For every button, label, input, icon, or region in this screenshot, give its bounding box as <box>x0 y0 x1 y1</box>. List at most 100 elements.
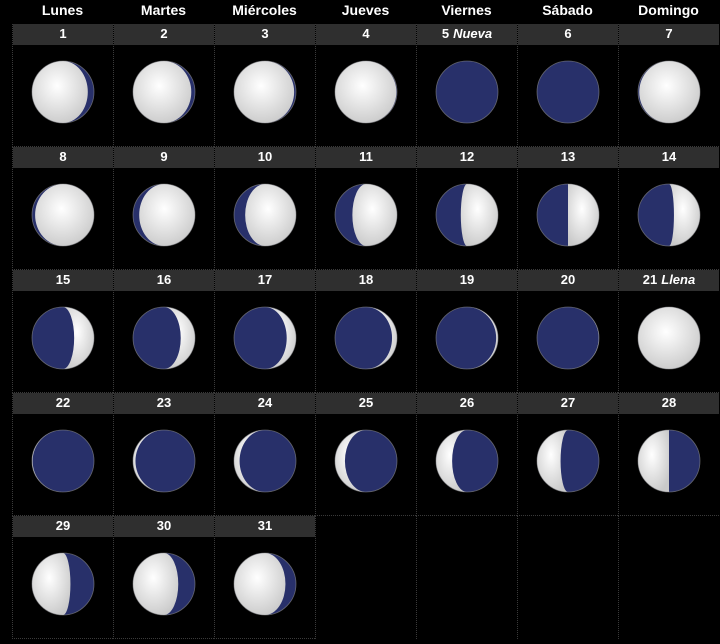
empty-cell <box>315 516 416 639</box>
day-number: 22 <box>55 395 71 410</box>
weekday-tuesday: Martes <box>140 2 187 18</box>
day-number-bar: 4 <box>316 24 416 45</box>
phase-label: Llena <box>661 272 696 287</box>
phase-label: Nueva <box>453 26 493 41</box>
day-number-bar: 17 <box>215 270 315 291</box>
day-cell: 28 <box>618 393 719 516</box>
day-cell: 19 <box>416 270 517 393</box>
day-cell: 1 <box>12 24 113 147</box>
moon-phase-icon <box>536 306 600 370</box>
calendar-week: 1 2 3 4 5 Nueva 6 7 <box>12 24 720 147</box>
day-number: 20 <box>560 272 576 287</box>
moon-phase-icon <box>637 306 701 370</box>
day-number: 1 <box>59 26 67 41</box>
day-number-bar: 6 <box>518 24 618 45</box>
day-number-bar: 28 <box>619 393 719 414</box>
moon-phase-icon <box>334 60 398 124</box>
day-number-bar: 31 <box>215 516 315 537</box>
day-number: 7 <box>665 26 673 41</box>
moon-phase-icon <box>637 60 701 124</box>
weekday-thursday: Jueves <box>341 2 390 18</box>
day-number: 23 <box>156 395 172 410</box>
day-number-bar: 12 <box>417 147 517 168</box>
day-cell: 18 <box>315 270 416 393</box>
moon-phase-icon <box>334 429 398 493</box>
day-cell: 16 <box>113 270 214 393</box>
day-cell: 13 <box>517 147 618 270</box>
moon-phase-icon <box>31 306 95 370</box>
moon-phase-icon <box>233 429 297 493</box>
moon-phase-icon <box>132 429 196 493</box>
moon-phase-icon <box>233 183 297 247</box>
empty-cell <box>416 516 517 639</box>
day-number: 24 <box>257 395 273 410</box>
weekday-wednesday: Miércoles <box>232 2 297 18</box>
day-cell: 11 <box>315 147 416 270</box>
day-cell: 22 <box>12 393 113 516</box>
day-number-bar: 10 <box>215 147 315 168</box>
day-number: 8 <box>59 149 67 164</box>
day-number-bar: 14 <box>619 147 719 168</box>
calendar-grid: 1 2 3 4 5 Nueva 6 7 8 9 10 11 12 13 14 15 16 17 18 19 20 21 Ll… <box>12 24 720 639</box>
moon-phase-icon <box>132 306 196 370</box>
moon-phase-icon <box>132 183 196 247</box>
moon-phase-icon <box>233 552 297 616</box>
day-cell: 4 <box>315 24 416 147</box>
moon-phase-icon <box>334 306 398 370</box>
calendar-week: 8 9 10 11 12 13 14 <box>12 147 720 270</box>
moon-phase-icon <box>31 552 95 616</box>
day-cell: 2 <box>113 24 214 147</box>
day-number: 25 <box>358 395 374 410</box>
moon-phase-icon <box>233 60 297 124</box>
day-cell: 29 <box>12 516 113 639</box>
day-cell: 27 <box>517 393 618 516</box>
day-cell: 14 <box>618 147 719 270</box>
day-number: 16 <box>156 272 172 287</box>
day-number-bar: 24 <box>215 393 315 414</box>
moon-phase-icon <box>233 306 297 370</box>
day-number-bar: 2 <box>114 24 214 45</box>
day-cell: 24 <box>214 393 315 516</box>
day-cell: 9 <box>113 147 214 270</box>
calendar-week: 22 23 24 25 26 27 28 <box>12 393 720 516</box>
day-number-bar: 21 Llena <box>619 270 719 291</box>
empty-cell <box>618 516 719 639</box>
day-number: 13 <box>560 149 576 164</box>
day-cell: 15 <box>12 270 113 393</box>
day-number: 30 <box>156 518 172 533</box>
day-number: 10 <box>257 149 273 164</box>
day-number: 3 <box>261 26 269 41</box>
day-number-bar: 16 <box>114 270 214 291</box>
day-cell: 20 <box>517 270 618 393</box>
day-number-bar: 8 <box>13 147 113 168</box>
weekday-header: Lunes Martes Miércoles Jueves Viernes Sá… <box>12 0 720 24</box>
day-number: 12 <box>459 149 475 164</box>
day-number-bar: 26 <box>417 393 517 414</box>
day-number: 21 <box>642 272 658 287</box>
moon-phase-icon <box>435 183 499 247</box>
day-number-bar: 25 <box>316 393 416 414</box>
calendar-week: 15 16 17 18 19 20 21 Llena <box>12 270 720 393</box>
day-number: 4 <box>362 26 370 41</box>
moon-phase-icon <box>536 429 600 493</box>
day-cell: 3 <box>214 24 315 147</box>
moon-phase-icon <box>334 183 398 247</box>
day-number-bar: 30 <box>114 516 214 537</box>
day-number-bar: 13 <box>518 147 618 168</box>
day-number-bar: 23 <box>114 393 214 414</box>
moon-phase-icon <box>31 183 95 247</box>
calendar-week: 29 30 31 <box>12 516 720 639</box>
day-cell: 6 <box>517 24 618 147</box>
moon-phase-icon <box>132 552 196 616</box>
moon-phase-icon <box>31 429 95 493</box>
day-number-bar: 22 <box>13 393 113 414</box>
moon-phase-icon <box>637 183 701 247</box>
moon-phase-icon <box>31 60 95 124</box>
day-number-bar: 1 <box>13 24 113 45</box>
weekday-monday: Lunes <box>41 2 84 18</box>
day-cell: 30 <box>113 516 214 639</box>
day-number: 2 <box>160 26 168 41</box>
day-cell: 8 <box>12 147 113 270</box>
day-number-bar: 19 <box>417 270 517 291</box>
moon-phase-icon <box>536 60 600 124</box>
